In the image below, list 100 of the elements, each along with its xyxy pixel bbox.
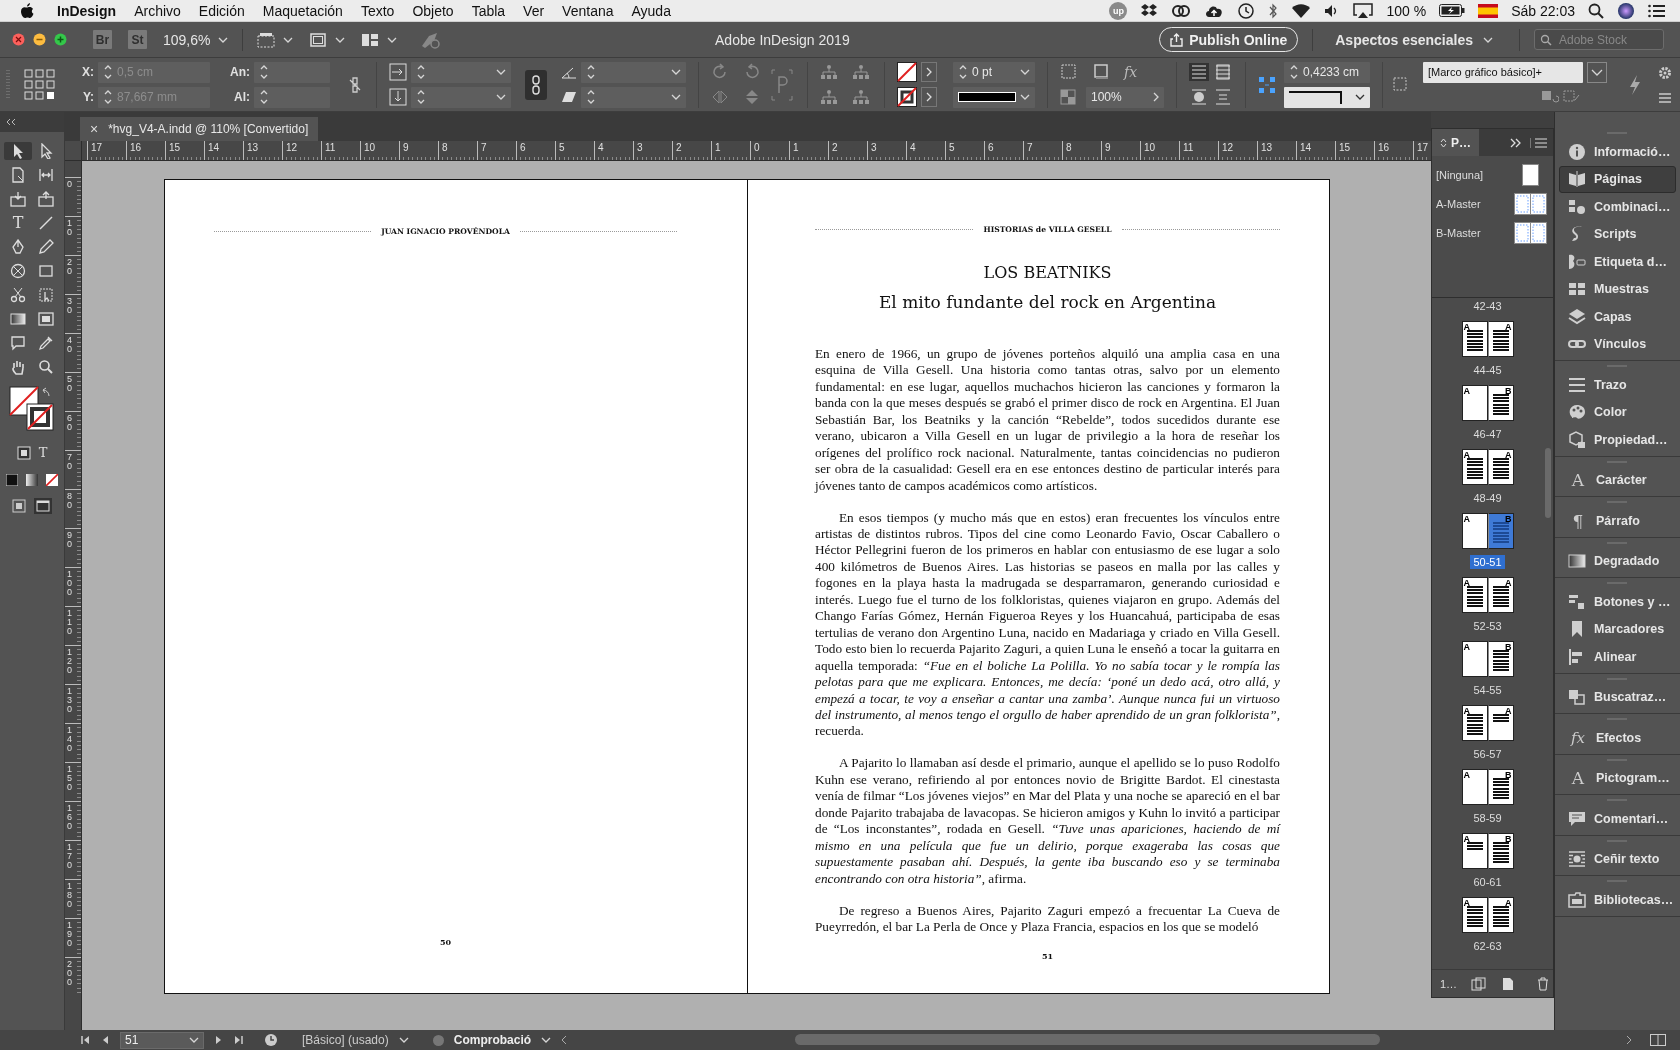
master-label[interactable]: [Ninguna] xyxy=(1436,168,1484,181)
menu-item[interactable]: Objeto xyxy=(403,2,463,19)
page-thumbnail[interactable]: A xyxy=(1487,577,1514,613)
menu-item[interactable]: Ventana xyxy=(553,2,623,19)
panel-button[interactable]: Vínculos xyxy=(1559,330,1676,358)
menu-item[interactable]: Tabla xyxy=(462,2,515,19)
spread-label[interactable]: 44-45 xyxy=(1470,363,1505,377)
page-thumbnail[interactable]: B xyxy=(1487,769,1514,805)
preflight-label[interactable]: Comprobació xyxy=(453,1033,532,1047)
ruler-label: 15 xyxy=(169,142,181,153)
ruler-label: 3 xyxy=(871,142,877,153)
spread-label[interactable]: 58-59 xyxy=(1470,811,1505,825)
page-thumbnail[interactable]: B xyxy=(1487,641,1514,677)
spread-label[interactable]: 46-47 xyxy=(1470,427,1505,441)
ruler-label: 4 xyxy=(598,142,604,153)
page-number-field[interactable]: 51 xyxy=(120,1031,204,1049)
page-thumbnail[interactable]: A xyxy=(1461,769,1488,805)
format-text-button[interactable]: T xyxy=(38,444,48,462)
spread-label[interactable]: 48-49 xyxy=(1470,491,1505,505)
stock-search-field[interactable]: Adobe Stock xyxy=(1534,29,1664,50)
page-thumbnail[interactable]: A xyxy=(1461,577,1488,613)
panel-button[interactable]: Bibliotecas… xyxy=(1559,886,1676,914)
panel-button[interactable]: Botones y … xyxy=(1559,588,1676,616)
spread-label[interactable]: 52-53 xyxy=(1470,619,1505,633)
ruler-label: 1 xyxy=(793,142,799,153)
panel-button[interactable]: Comentari… xyxy=(1559,805,1676,833)
zoom-level[interactable]: 109,6% xyxy=(163,31,211,48)
master-letter: A xyxy=(1463,898,1470,908)
panel-button[interactable]: Capas xyxy=(1559,303,1676,331)
spread-label[interactable]: 50-51 xyxy=(1470,555,1505,569)
stroke-weight-field[interactable]: 0 pt xyxy=(953,61,1035,83)
panel-button[interactable]: Buscatraz… xyxy=(1559,683,1676,711)
panel-button[interactable]: fx Efectos xyxy=(1559,724,1676,752)
panel-button[interactable]: Degradado xyxy=(1559,547,1676,575)
page-thumbnail[interactable]: A xyxy=(1461,833,1488,869)
page-thumbnail[interactable]: A xyxy=(1487,705,1514,741)
page-thumbnail[interactable]: B xyxy=(1487,833,1514,869)
ruler-label: 13 xyxy=(247,142,259,153)
ruler-label: 0 xyxy=(754,142,760,153)
panel-button[interactable]: Color xyxy=(1559,398,1676,426)
panel-button[interactable]: Muestras xyxy=(1559,275,1676,303)
panel-button[interactable]: Marcadores xyxy=(1559,615,1676,643)
publish-online-button[interactable]: Publish Online xyxy=(1159,27,1299,52)
panel-button[interactable]: Scripts xyxy=(1559,220,1676,248)
workspace-dropdown[interactable]: Aspectos esenciales xyxy=(1335,31,1493,48)
page-thumbnail[interactable]: A xyxy=(1461,513,1488,549)
spacing-field[interactable]: 0,4233 cm xyxy=(1284,61,1370,83)
ruler-label: 4 xyxy=(910,142,916,153)
panel-button[interactable]: A Pictogram… xyxy=(1559,764,1676,792)
master-label[interactable]: B-Master xyxy=(1436,226,1481,239)
menu-item[interactable]: Ayuda xyxy=(622,2,680,19)
ruler-label: 11 xyxy=(325,142,336,153)
spread-label[interactable]: 60-61 xyxy=(1470,875,1505,889)
ruler-label: 11 xyxy=(1183,142,1194,153)
effects-button[interactable]: fx xyxy=(1124,64,1138,80)
panel-button[interactable]: Alinear xyxy=(1559,643,1676,671)
spread-label[interactable]: 62-63 xyxy=(1470,939,1505,953)
panel-button[interactable]: Trazo xyxy=(1559,371,1676,399)
document-tab[interactable]: × *hvg_V4-A.indd @ 110% [Convertido] xyxy=(80,117,319,141)
spread-label[interactable]: 56-57 xyxy=(1470,747,1505,761)
panel-button[interactable]: ¶ Párrafo xyxy=(1559,507,1676,535)
panel-button[interactable]: Propiedad… xyxy=(1559,426,1676,454)
page-thumbnail[interactable]: B xyxy=(1487,513,1514,549)
page-thumbnail[interactable]: A xyxy=(1487,897,1514,933)
page-thumbnail[interactable]: B xyxy=(1487,385,1514,421)
menu-item[interactable]: Archivo xyxy=(125,2,190,19)
page-thumbnail[interactable]: A xyxy=(1461,321,1488,357)
page-thumbnail[interactable]: A xyxy=(1461,897,1488,933)
opacity-field[interactable]: 100% xyxy=(1086,86,1164,108)
ruler-label: 6 xyxy=(988,142,994,153)
page-thumbnail[interactable]: A xyxy=(1487,321,1514,357)
app-badge[interactable]: up xyxy=(1109,1,1128,20)
menu-item[interactable]: Maquetación xyxy=(253,2,352,19)
page-thumbnail[interactable]: A xyxy=(1487,449,1514,485)
menu-item[interactable]: Ver xyxy=(514,2,554,19)
panel-button[interactable]: Páginas xyxy=(1559,165,1676,193)
master-label[interactable]: A-Master xyxy=(1436,197,1481,210)
spread-label[interactable]: 54-55 xyxy=(1470,683,1505,697)
close-tab-button[interactable]: × xyxy=(90,121,99,137)
page-thumbnail[interactable]: A xyxy=(1461,449,1488,485)
menu-item[interactable]: Edición xyxy=(189,2,254,19)
panel-tab[interactable]: P… xyxy=(1432,129,1479,156)
panel-button[interactable]: A Carácter xyxy=(1559,466,1676,494)
page-thumbnail[interactable]: A xyxy=(1461,641,1488,677)
type-tool[interactable]: T xyxy=(12,214,24,232)
app-menu[interactable]: InDesign xyxy=(35,2,126,19)
panel-button[interactable]: Ceñir texto xyxy=(1559,845,1676,873)
page-thumbnail[interactable]: A xyxy=(1461,705,1488,741)
page-thumbnail[interactable]: A xyxy=(1461,385,1488,421)
ruler-label: 100 xyxy=(67,570,72,597)
panel-button[interactable]: Informació… xyxy=(1559,138,1676,166)
ruler-label: 120 xyxy=(67,648,72,675)
spread-label[interactable]: 42-43 xyxy=(1470,299,1505,313)
menu-clock[interactable]: Sáb 22:03 xyxy=(1511,2,1575,19)
master-status[interactable]: [Básico] (usado) xyxy=(302,1033,389,1047)
panel-button[interactable]: Etiqueta d… xyxy=(1559,248,1676,276)
object-style-dropdown[interactable]: [Marco gráfico básico]+ xyxy=(1423,61,1583,83)
panel-button[interactable]: Combinaci… xyxy=(1559,193,1676,221)
ruler-label: 8 xyxy=(442,142,448,153)
menu-item[interactable]: Texto xyxy=(351,2,404,19)
